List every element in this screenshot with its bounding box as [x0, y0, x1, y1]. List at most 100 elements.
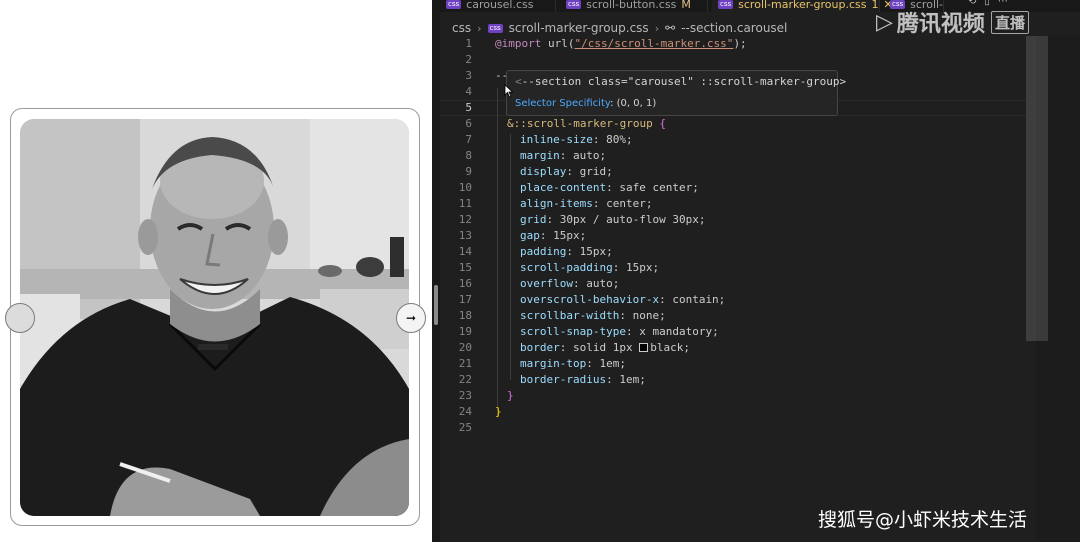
code-line[interactable]: 11 align-items: center; — [440, 196, 1026, 212]
hover-specificity: Selector Specificity: (0, 0, 1) — [515, 98, 657, 109]
color-swatch-icon[interactable] — [639, 343, 649, 352]
code-line[interactable]: 7 inline-size: 80%; — [440, 132, 1026, 148]
line-number: 10 — [458, 181, 472, 194]
css-value: 15px; — [546, 229, 587, 242]
code-text: grid: 30px / auto-flow 30px; — [520, 212, 705, 228]
code-text: @import url("/css/scroll-marker.css"); — [495, 36, 747, 52]
code-text: border: solid 1px black; — [520, 340, 690, 356]
code-token: ); — [733, 37, 747, 50]
breadcrumb-folder[interactable]: css — [452, 21, 471, 35]
css-property: display — [520, 165, 567, 178]
line-number: 13 — [458, 229, 472, 242]
code-text: place-content: safe center; — [520, 180, 699, 196]
code-line[interactable]: 17 overscroll-behavior-x: contain; — [440, 292, 1026, 308]
breadcrumb-file[interactable]: scroll-marker-group.css — [509, 21, 649, 35]
code-text: border-radius: 1em; — [520, 372, 646, 388]
tab-label: scroll-button.css — [586, 0, 677, 11]
css-value: black; — [650, 341, 690, 354]
code-line[interactable]: 14 padding: 15px; — [440, 244, 1026, 260]
breadcrumb-symbol[interactable]: --section.carousel — [681, 21, 787, 35]
colon: : — [659, 293, 666, 306]
css-property: border-radius — [520, 373, 607, 386]
code-line[interactable]: 8 margin: auto; — [440, 148, 1026, 164]
portrait-illustration — [20, 119, 409, 516]
code-line[interactable]: 15 scroll-padding: 15px; — [440, 260, 1026, 276]
line-number: 2 — [465, 53, 472, 66]
code-line[interactable]: 23} — [440, 388, 1026, 404]
css-value: center; — [599, 197, 653, 210]
code-text: align-items: center; — [520, 196, 652, 212]
tencent-video-watermark: ▷ 腾讯视频 直播 — [876, 6, 1029, 38]
css-value: contain; — [665, 293, 726, 306]
code-line[interactable]: 20 border: solid 1px black; — [440, 340, 1026, 356]
code-line[interactable]: 1 @import url("/css/scroll-marker.css"); — [440, 36, 1026, 52]
colon: : — [606, 373, 613, 386]
colon: : — [539, 229, 547, 242]
code-text: padding: 15px; — [520, 244, 613, 260]
code-line[interactable]: 9 display: grid; — [440, 164, 1026, 180]
css-file-icon: css — [487, 23, 503, 33]
tab-label: carousel.css — [466, 0, 534, 11]
pane-splitter[interactable] — [432, 0, 440, 542]
line-number: 7 — [465, 133, 472, 146]
css-value: 1em; — [592, 357, 626, 370]
specificity-link[interactable]: Selector Specificity — [515, 98, 610, 109]
line-number: 20 — [458, 341, 472, 354]
carousel-next-button[interactable]: ➞ — [396, 303, 426, 333]
css-value: grid; — [572, 165, 613, 178]
line-number: 12 — [458, 213, 472, 226]
vertical-scrollbar-thumb[interactable] — [1036, 36, 1048, 341]
code-line[interactable]: 12 grid: 30px / auto-flow 30px; — [440, 212, 1026, 228]
tab-carousel-css[interactable]: css carousel.css — [440, 0, 556, 12]
code-text: scrollbar-width: none; — [520, 308, 666, 324]
close-brace: } — [495, 405, 502, 418]
css-property: overflow — [520, 277, 573, 290]
line-number: 25 — [458, 421, 472, 434]
tab-label: scroll-marker-group.css — [738, 0, 867, 11]
code-text: scroll-padding: 15px; — [520, 260, 659, 276]
line-number: 19 — [458, 325, 472, 338]
code-line[interactable]: 19 scroll-snap-type: x mandatory; — [440, 324, 1026, 340]
code-line[interactable]: 10 place-content: safe center; — [440, 180, 1026, 196]
url-function: url( — [541, 37, 575, 50]
line-number: 1 — [465, 37, 472, 50]
tab-scroll-button-css[interactable]: css scroll-button.css M — [560, 0, 708, 12]
css-value: 15px; — [572, 245, 613, 258]
css-property: border — [520, 341, 560, 354]
code-line[interactable]: 13 gap: 15px; — [440, 228, 1026, 244]
colon: : — [586, 357, 593, 370]
minimap-slider[interactable] — [1026, 36, 1036, 341]
hover-selector-text: <--section class="carousel" ::scroll-mar… — [515, 75, 847, 88]
line-number: 18 — [458, 309, 472, 322]
code-line[interactable]: 16 overflow: auto; — [440, 276, 1026, 292]
carousel-prev-button[interactable] — [5, 303, 35, 333]
line-number: 24 — [458, 405, 472, 418]
code-text: } — [507, 388, 514, 404]
code-text: } — [495, 404, 502, 420]
code-line[interactable]: 2 — [440, 52, 1026, 68]
colon: : — [572, 277, 580, 290]
css-property: margin — [520, 149, 560, 162]
css-file-icon: css — [718, 0, 734, 9]
colon: : — [606, 181, 613, 194]
splitter-handle[interactable] — [434, 285, 438, 325]
selector-hover-tooltip: <--section class="carousel" ::scroll-mar… — [506, 70, 846, 116]
tab-scroll-marker-group-css[interactable]: css scroll-marker-group.css 1 ✕ — [712, 0, 893, 12]
code-line[interactable]: 18 scrollbar-width: none; — [440, 308, 1026, 324]
css-value: none; — [625, 309, 666, 322]
css-property: overscroll-behavior-x — [520, 293, 660, 306]
css-property: align-items — [520, 197, 593, 210]
sohu-watermark: 搜狐号@小虾米技术生活 — [818, 509, 1028, 531]
code-line[interactable]: 25 — [440, 420, 1026, 436]
chevron-right-icon: › — [477, 21, 482, 35]
css-property: gap — [520, 229, 540, 242]
code-line[interactable]: 22 border-radius: 1em; — [440, 372, 1026, 388]
code-line[interactable]: 21 margin-top: 1em; — [440, 356, 1026, 372]
line-number: 23 — [458, 389, 472, 402]
css-property: scroll-snap-type — [520, 325, 626, 338]
code-line[interactable]: 6 &::scroll-marker-group { — [440, 116, 1026, 132]
line-number: 16 — [458, 277, 472, 290]
code-line[interactable]: 24} — [440, 404, 1026, 420]
import-path-string: "/css/scroll-marker.css" — [574, 37, 734, 50]
line-number: 14 — [458, 245, 472, 258]
